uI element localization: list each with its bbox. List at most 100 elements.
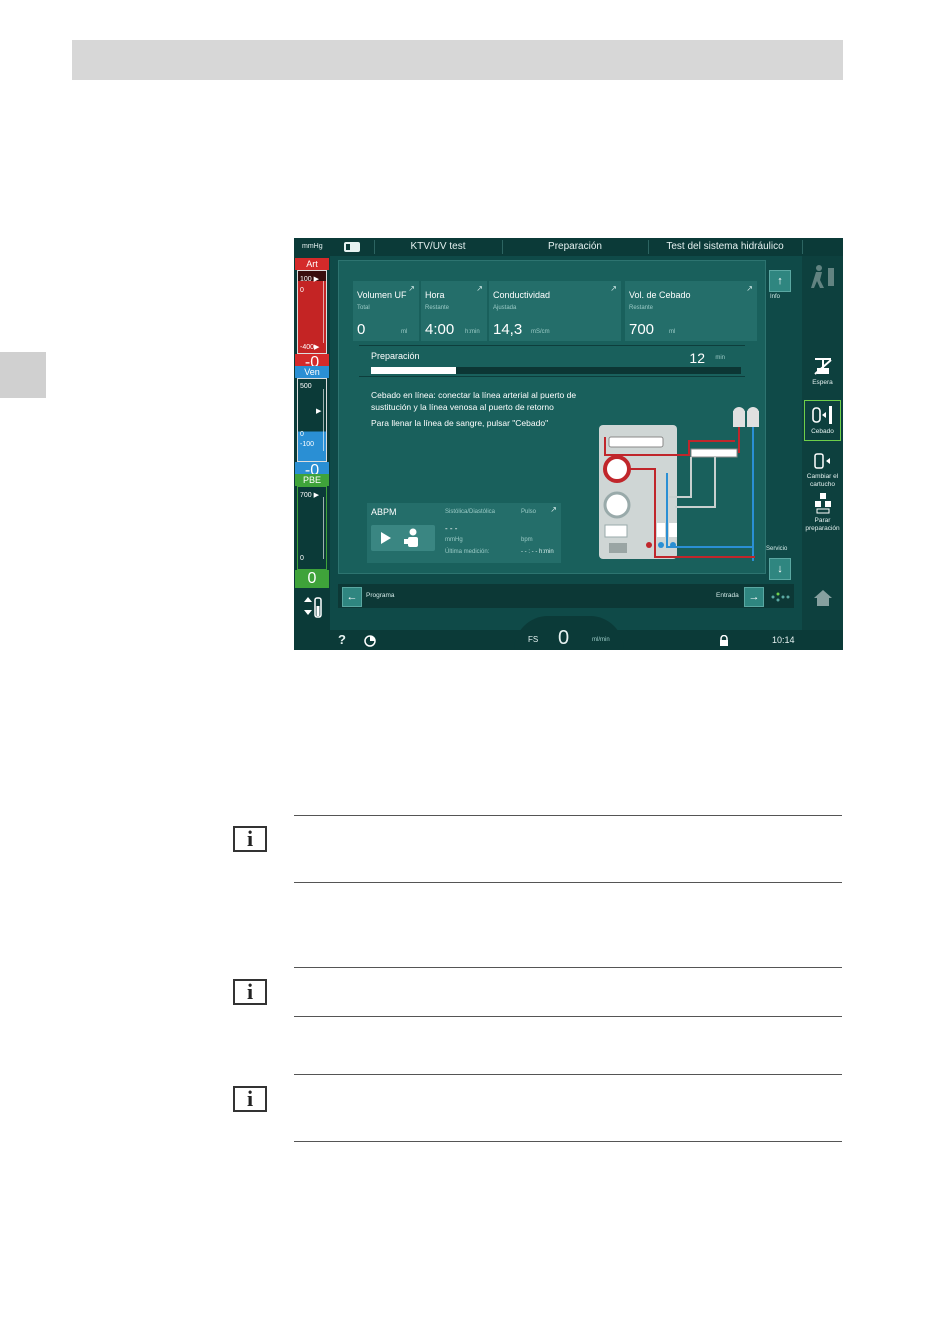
ven-label: Ven	[295, 366, 329, 378]
priming-button[interactable]: Cebado	[804, 400, 841, 441]
card-time[interactable]: ↗ Hora Restante 4:00 h:min	[421, 281, 487, 341]
info-icon: i	[233, 979, 267, 1005]
abpm-panel[interactable]: ABPM Sistólica/Diastólica Pulso ↗ - - - …	[367, 503, 561, 563]
expand-icon: ↗	[476, 284, 483, 293]
pbe-module[interactable]: PBE 700 ▶ 0 0	[295, 474, 329, 588]
abpm-sys-dia-value: - - -	[445, 524, 458, 533]
level-adjust-icon[interactable]	[300, 594, 324, 625]
card-unit: h:min	[465, 329, 480, 335]
info-icon: i	[233, 826, 267, 852]
status-bar: ? FS 0 ml/min 10:14	[294, 616, 843, 650]
program-nav-bar: ← Programa Entrada →	[338, 584, 794, 608]
ven-module[interactable]: Ven 500 ▶ 0 -100 -0	[295, 366, 329, 480]
progress-track	[371, 367, 741, 374]
patient-card-icon[interactable]	[344, 242, 360, 252]
card-sub: Ajustada	[493, 305, 517, 311]
preparation-time-unit: min	[715, 355, 725, 361]
art-zero-tick: 0	[300, 287, 304, 294]
abpm-title: ABPM	[371, 507, 397, 517]
ven-gauge: 500 ▶ 0 -100	[297, 378, 327, 462]
scroll-down-button[interactable]: ↓	[769, 558, 791, 580]
expand-icon: ↗	[610, 284, 617, 293]
note-divider	[294, 1016, 842, 1017]
ven-bottom-tick: -100	[300, 441, 315, 448]
art-top-tick: 100 ▶	[300, 276, 320, 283]
right-command-panel: Espera Cebado Cambiar el cartucho Parar …	[802, 256, 843, 630]
abpm-start-button[interactable]	[371, 525, 435, 551]
card-title: Hora	[425, 290, 445, 300]
art-bottom-tick: -400▶	[300, 344, 320, 351]
pbe-value: 0	[295, 570, 329, 588]
tab-ktv-uv-test[interactable]: KTV/UV test	[374, 238, 502, 256]
card-unit: mS/cm	[531, 329, 550, 335]
pbe-zero-tick: 0	[300, 555, 304, 562]
message-line-1: Cebado en línea: conectar la línea arter…	[371, 390, 577, 400]
change-cartridge-button[interactable]: Cambiar el cartucho	[802, 452, 843, 489]
info-icon: i	[233, 1086, 267, 1112]
machine-screen: mmHg KTV/UV test Preparación Test del si…	[294, 238, 843, 650]
card-value: 4:00	[425, 321, 455, 338]
priming-label: Cebado	[811, 428, 834, 435]
art-gauge: 100 ▶ 0 -400▶	[297, 270, 327, 354]
abpm-last-value: - - : - - h:min	[521, 549, 554, 555]
abpm-col-sys-dia: Sistólica/Diastólica	[445, 509, 496, 515]
flow-unit: ml/min	[592, 637, 610, 643]
home-icon[interactable]	[802, 588, 843, 611]
card-title: Conductividad	[493, 290, 551, 300]
back-button[interactable]: ←	[342, 587, 362, 607]
back-label: Programa	[366, 592, 395, 599]
card-conductivity[interactable]: ↗ Conductividad Ajustada 14,3 mS/cm	[489, 281, 621, 341]
note-divider	[294, 815, 842, 816]
service-label: Servicio	[766, 546, 788, 552]
timer-icon[interactable]	[364, 634, 376, 650]
standby-label: Espera	[812, 379, 833, 386]
patient-icon	[403, 528, 421, 553]
tab-preparation[interactable]: Preparación	[502, 238, 648, 256]
chapter-tab	[0, 352, 46, 398]
stop-preparation-button[interactable]: Parar preparación	[802, 492, 843, 533]
top-bar: mmHg KTV/UV test Preparación Test del si…	[294, 238, 843, 256]
abpm-last-label: Última medición:	[445, 549, 490, 555]
main-panel: ↗ Volumen UF Total 0 ml ↗ Hora Restante …	[338, 260, 766, 574]
card-priming-volume[interactable]: ↗ Vol. de Cebado Restante 700 ml	[625, 281, 757, 341]
preparation-progress: Preparación 12 min	[359, 345, 745, 377]
ven-top-tick: 500	[300, 383, 312, 390]
expand-icon: ↗	[550, 505, 557, 514]
preparation-time: 12	[689, 350, 705, 366]
scroll-column: ↑ Info Servicio ↓	[766, 268, 794, 580]
note-divider	[294, 882, 842, 883]
note-divider	[294, 1141, 842, 1142]
standby-icon	[813, 358, 832, 375]
scroll-up-button[interactable]: ↑	[769, 270, 791, 292]
pressure-unit: mmHg	[302, 243, 323, 250]
standby-button[interactable]: Espera	[802, 356, 843, 387]
note-divider	[294, 1074, 842, 1075]
preparation-label: Preparación	[371, 351, 420, 361]
forward-label: Entrada	[716, 592, 739, 599]
note-divider	[294, 967, 842, 968]
pbe-gauge: 700 ▶ 0	[297, 486, 327, 570]
card-unit: ml	[401, 329, 408, 335]
play-icon	[381, 532, 391, 544]
art-module[interactable]: Art 100 ▶ 0 -400▶ -0	[295, 258, 329, 372]
card-sub: Restante	[629, 305, 654, 311]
card-sub: Restante	[425, 305, 450, 311]
card-value: 700	[629, 321, 655, 338]
circuit-diagram	[595, 397, 763, 570]
connect-patient-icon	[802, 262, 843, 295]
abpm-unit-bpm: bpm	[521, 537, 533, 543]
cartridge-icon	[813, 453, 834, 469]
pbe-top-tick: 700 ▶	[300, 492, 320, 499]
tab-hydraulic-test[interactable]: Test del sistema hidráulico	[648, 238, 802, 256]
lock-icon[interactable]	[718, 634, 730, 650]
help-icon[interactable]: ?	[338, 632, 346, 647]
card-title: Volumen UF	[357, 290, 407, 300]
forward-button[interactable]: →	[744, 587, 764, 607]
ven-zero-tick: 0	[300, 431, 304, 438]
signal-dots-icon	[770, 590, 790, 608]
flow-value: 0	[558, 627, 570, 649]
card-title: Vol. de Cebado	[629, 290, 691, 300]
card-uf-volume[interactable]: ↗ Volumen UF Total 0 ml	[353, 281, 419, 341]
expand-icon: ↗	[746, 284, 753, 293]
change-cartridge-label: Cambiar el cartucho	[806, 473, 839, 488]
